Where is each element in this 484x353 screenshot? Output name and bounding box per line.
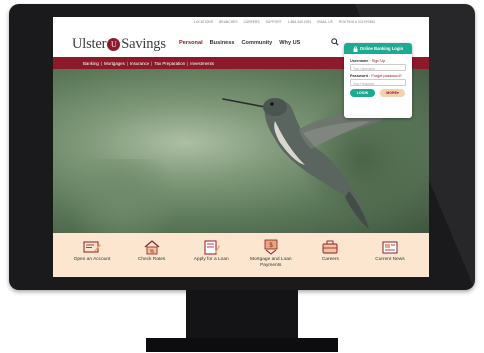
website-screen: LOCATIONS BRANCHES CAREERS SUPPORT 1.866… xyxy=(53,17,429,277)
subnav-divider: | xyxy=(100,60,103,66)
action-check-rates[interactable]: % Check Rates xyxy=(127,239,177,277)
utility-link-support[interactable]: SUPPORT xyxy=(266,20,282,24)
logo-text-left: Ulster xyxy=(72,36,107,52)
login-panel-header: Online Banking Login xyxy=(344,43,412,54)
username-input[interactable]: Your Username xyxy=(350,64,406,71)
house-rates-icon: % xyxy=(144,240,159,255)
action-current-news[interactable]: Current News xyxy=(365,239,415,277)
action-label: Mortgage and Loan Payments xyxy=(249,257,292,268)
utility-routing: ROUTING # 221970984 xyxy=(338,20,375,24)
more-button-label: MORE xyxy=(386,91,397,95)
monitor-stand-neck xyxy=(186,290,298,341)
search-icon[interactable] xyxy=(331,38,339,46)
action-label: Open an Account xyxy=(73,257,111,262)
action-apply-loan[interactable]: Apply for a Loan xyxy=(186,239,236,277)
forgot-password-link[interactable]: Forgot password? xyxy=(371,74,401,78)
more-button[interactable]: MORE ▾ xyxy=(380,89,405,97)
nav-why-us[interactable]: Why US xyxy=(279,40,300,46)
nav-community[interactable]: Community xyxy=(242,40,273,46)
subnav-tax-preparation[interactable]: Tax Preparation xyxy=(154,61,185,66)
open-account-icon xyxy=(83,241,101,253)
logo-text-right: Savings xyxy=(121,36,166,52)
subnav-insurance[interactable]: Insurance xyxy=(130,61,149,66)
action-label: Careers xyxy=(321,257,339,262)
username-label: Username · Sign Up xyxy=(350,59,407,63)
subnav-mortgages[interactable]: Mortgages xyxy=(104,61,125,66)
news-icon xyxy=(382,241,398,254)
login-buttons: LOGIN MORE ▾ xyxy=(350,89,407,97)
utility-email[interactable]: EMAIL US xyxy=(317,20,333,24)
action-open-account[interactable]: Open an Account xyxy=(67,239,117,277)
action-mortgage-payments[interactable]: $ Mortgage and Loan Payments xyxy=(246,239,296,277)
nav-personal[interactable]: Personal xyxy=(179,40,203,46)
utility-link-branches[interactable]: BRANCHES xyxy=(219,20,238,24)
utility-phone[interactable]: 1.866.440.0391 xyxy=(288,20,312,24)
label-separator: · xyxy=(369,59,371,63)
password-input[interactable]: Your Password xyxy=(350,79,406,86)
subnav-banking[interactable]: Banking xyxy=(83,61,99,66)
svg-text:%: % xyxy=(149,249,154,255)
nav-business[interactable]: Business xyxy=(210,40,235,46)
logo-badge: U xyxy=(107,38,121,51)
utility-link-careers[interactable]: CAREERS xyxy=(244,20,260,24)
monitor-stand-base xyxy=(146,338,338,352)
login-button[interactable]: LOGIN xyxy=(350,89,375,97)
action-label: Apply for a Loan xyxy=(193,257,229,262)
payment-icon: $ xyxy=(264,239,278,255)
utility-link-locations[interactable]: LOCATIONS xyxy=(194,20,213,24)
password-label-text: Password xyxy=(350,74,368,78)
password-label: Password · Forgot password? xyxy=(350,74,407,78)
login-form: Username · Sign Up Your Username Passwor… xyxy=(344,54,412,97)
ulster-savings-logo[interactable]: Ulster U Savings xyxy=(72,36,166,53)
action-label: Check Rates xyxy=(137,257,166,262)
main-nav: Personal Business Community Why US xyxy=(179,40,300,46)
lock-icon xyxy=(353,45,358,52)
subnav-divider: | xyxy=(151,60,153,66)
monitor-frame: LOCATIONS BRANCHES CAREERS SUPPORT 1.866… xyxy=(9,4,475,290)
quick-actions-bar: Open an Account % Check Rates Apply for … xyxy=(53,233,429,277)
chevron-down-icon: ▾ xyxy=(396,91,399,95)
utility-bar: LOCATIONS BRANCHES CAREERS SUPPORT 1.866… xyxy=(53,17,429,27)
subnav-divider: | xyxy=(187,60,189,66)
action-label: Current News xyxy=(375,257,405,262)
login-panel-title: Online Banking Login xyxy=(359,46,404,51)
subnav-investments[interactable]: Investments xyxy=(190,61,214,66)
username-label-text: Username xyxy=(350,59,369,63)
subnav-divider: | xyxy=(126,60,128,66)
action-careers[interactable]: Careers xyxy=(305,239,355,277)
online-banking-login-panel: Online Banking Login Username · Sign Up … xyxy=(344,43,412,118)
sign-up-link[interactable]: Sign Up xyxy=(372,59,386,63)
loan-form-icon xyxy=(204,240,221,255)
careers-icon xyxy=(322,240,338,254)
